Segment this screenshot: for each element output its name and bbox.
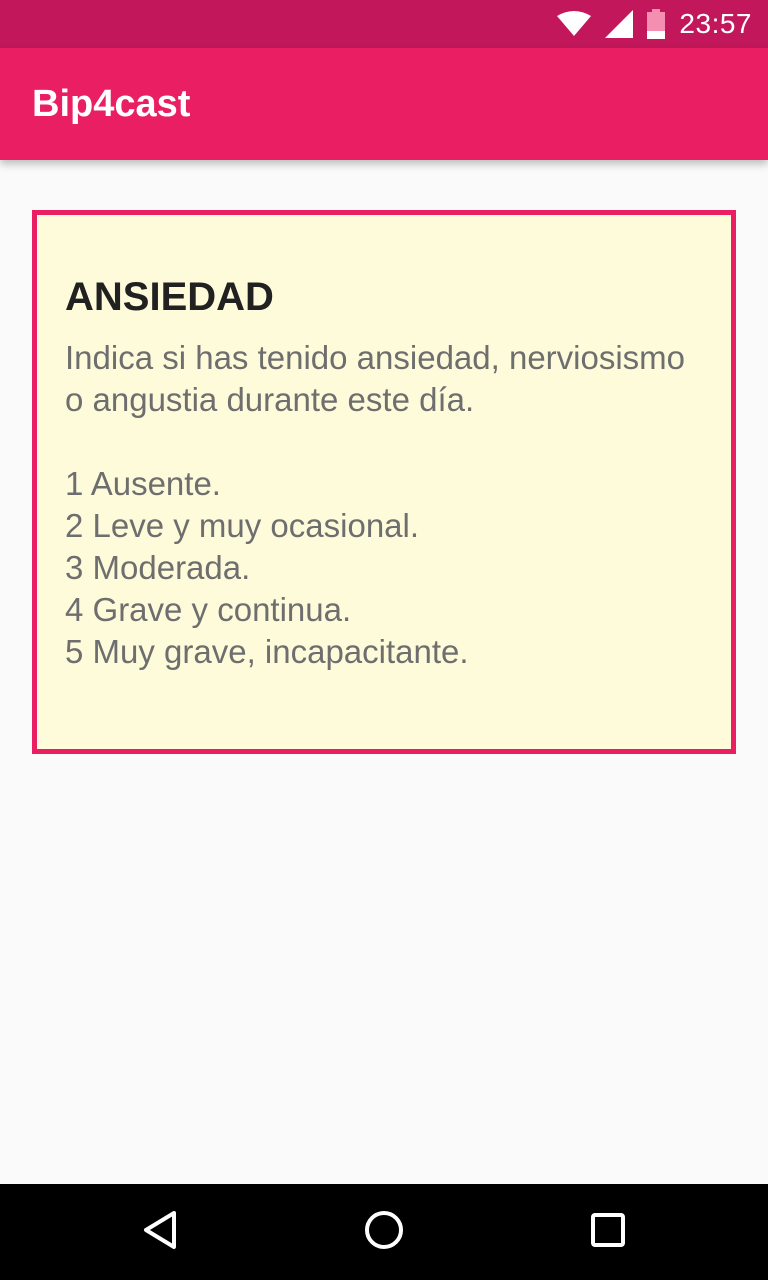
option-item-3: 3 Moderada. (65, 549, 251, 586)
navigation-bar (0, 1184, 768, 1280)
back-button[interactable] (112, 1184, 208, 1280)
card-description: Indica si has tenido ansiedad, nerviosis… (65, 339, 686, 418)
recents-icon (591, 1212, 625, 1252)
wifi-icon (557, 11, 592, 37)
home-icon (364, 1210, 404, 1255)
signal-icon (605, 10, 634, 38)
option-item-1: 1 Ausente. (65, 465, 221, 502)
option-item-2: 2 Leve y muy ocasional. (65, 507, 420, 544)
option-item-4: 4 Grave y continua. (65, 591, 352, 628)
back-icon (142, 1210, 178, 1255)
recents-button[interactable] (560, 1184, 656, 1280)
options-list: 1 Ausente. 2 Leve y muy ocasional. 3 Mod… (65, 463, 703, 673)
status-bar: 23:57 (0, 0, 768, 48)
app-bar: Bip4cast (0, 48, 768, 160)
app-title: Bip4cast (32, 83, 191, 125)
option-item-5: 5 Muy grave, incapacitante. (65, 633, 469, 670)
status-icons: 23:57 (557, 0, 752, 48)
home-button[interactable] (336, 1184, 432, 1280)
question-card[interactable]: ANSIEDAD Indica si has tenido ansiedad, … (32, 210, 736, 754)
battery-icon (647, 9, 666, 39)
status-time: 23:57 (679, 8, 752, 39)
card-title: ANSIEDAD (65, 275, 274, 319)
